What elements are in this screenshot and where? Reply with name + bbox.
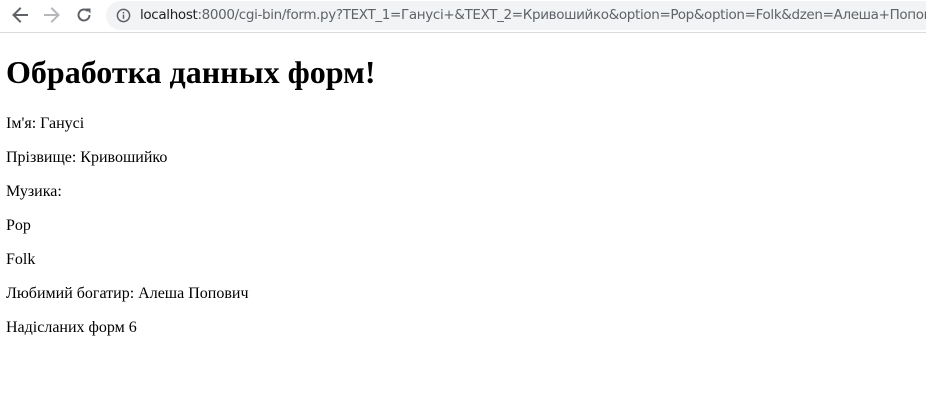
favorite-hero-line: Любимий богатир: Алеша Попович	[6, 285, 249, 302]
browser-toolbar: localhost:8000/cgi-bin/form.py?TEXT_1=Га…	[0, 0, 926, 32]
music-label-line: Музика:	[6, 183, 62, 200]
last-name-line: Прізвище: Кривошийко	[6, 149, 168, 166]
url-text[interactable]: localhost:8000/cgi-bin/form.py?TEXT_1=Га…	[140, 7, 926, 23]
info-icon[interactable]	[116, 8, 131, 23]
url-path: :8000/cgi-bin/form.py?TEXT_1=Ганусі+&TEX…	[197, 7, 926, 23]
arrow-left-icon	[12, 7, 28, 23]
back-button[interactable]	[9, 4, 31, 26]
forms-count-line: Надісланих форм 6	[6, 319, 137, 336]
arrow-right-icon	[44, 7, 60, 23]
url-host: localhost	[140, 7, 198, 23]
first-name-line: Ім'я: Ганусі	[6, 115, 85, 132]
address-bar[interactable]: localhost:8000/cgi-bin/form.py?TEXT_1=Га…	[106, 1, 926, 30]
music-option-folk: Folk	[6, 251, 36, 268]
forward-button[interactable]	[41, 4, 63, 26]
music-option-pop: Pop	[6, 217, 31, 234]
reload-icon	[77, 8, 91, 22]
page-content: Обработка данных форм! Ім'я: Ганусі Пріз…	[6, 33, 376, 336]
reload-button[interactable]	[73, 4, 95, 26]
page-title: Обработка данных форм!	[6, 54, 376, 90]
